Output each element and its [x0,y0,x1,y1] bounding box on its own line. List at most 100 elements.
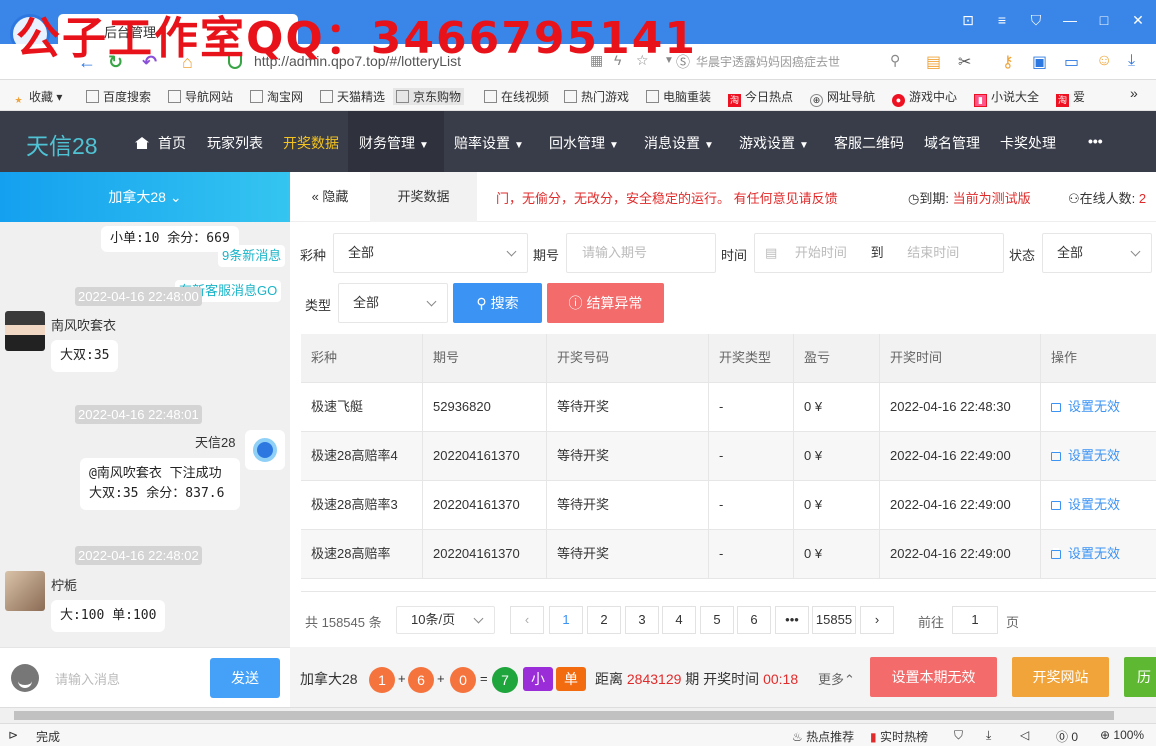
new-messages-badge[interactable]: 9条新消息 [218,245,286,267]
set-invalid-link[interactable]: 设置无效 [1051,546,1120,561]
window-tool-icon[interactable]: ▭ [1064,52,1079,72]
chat-input-area: 请输入消息 发送 [0,647,290,707]
bookmark-item[interactable]: 淘宝网 [250,88,303,105]
bookmark-item[interactable]: ⊕ 网址导航 [810,88,875,107]
cell-lottery: 极速28高赔率3 [301,481,423,530]
menu-icon[interactable]: ≡ [992,12,1012,28]
send-button[interactable]: 发送 [210,658,280,698]
emoji-tool-icon[interactable]: ☺ [1096,52,1112,70]
horizontal-scrollbar[interactable] [0,707,1156,723]
chat-game-selector[interactable]: 加拿大28 ⌄ [0,172,290,222]
page-button[interactable]: 3 [625,606,659,634]
bookmark-item[interactable]: 在线视频 [484,88,549,105]
nav-game[interactable]: 游戏设置 ▼ [739,133,809,153]
nav-lottery-data[interactable]: 开奖数据 [283,133,339,153]
search-icon[interactable]: ⚲ [890,52,900,69]
nav-finance[interactable]: 财务管理 ▼ [359,133,429,153]
message-input[interactable]: 请输入消息 [55,669,120,688]
page-button[interactable]: 6 [737,606,771,634]
message-user: 天信28 [195,435,236,450]
bookmark-item[interactable]: 淘爱 [1056,88,1085,107]
lottery-site-button[interactable]: 开奖网站 [1012,657,1109,697]
bookmark-item[interactable]: 热门游戏 [564,88,629,105]
key-icon[interactable]: ⚷ [1002,52,1014,72]
status-select[interactable]: 全部 [1042,233,1152,273]
time-range-input[interactable]: ▤ 开始时间 到 结束时间 [754,233,1004,273]
expire-info: ◷到期: 当前为测试版 [908,191,1031,206]
history-button[interactable]: 历 [1124,657,1156,697]
nav-home[interactable]: 首页 [135,133,186,153]
bookmark-item[interactable]: 京东购物 [393,88,465,105]
hot-recommend[interactable]: ♨ 热点推荐 [792,728,854,745]
maximize-icon[interactable]: □ [1094,12,1114,28]
cell-type: - [709,481,794,530]
download-icon[interactable]: ⤓ [1128,52,1135,70]
bookmark-item[interactable]: 导航网站 [168,88,233,105]
realtime-hot[interactable]: ▮ 实时热榜 [870,728,928,745]
next-page-button[interactable]: › [860,606,894,634]
nav-stuck-draw[interactable]: 卡奖处理 [1000,133,1056,153]
hide-sidebar-button[interactable]: « 隐藏 [290,172,370,222]
nav-message[interactable]: 消息设置 ▼ [644,133,714,153]
result-sum-ball: 7 [492,667,518,693]
bookmark-item[interactable]: 天猫精选 [320,88,385,105]
cell-period: 202204161370 [423,530,547,579]
message-user: 柠栀 [51,578,78,593]
emoji-icon[interactable] [11,664,39,692]
page-button[interactable]: 15855 [812,606,856,634]
nav-service-qr[interactable]: 客服二维码 [834,133,904,153]
translate-tool-icon[interactable]: ▣ [1032,52,1047,72]
skin-icon[interactable]: ⛉ [1026,12,1046,29]
goto-page-input[interactable]: 1 [952,606,998,634]
chat-panel: 加拿大28 ⌄ 小单:10 余分：669 9条新消息 有新客服消息GO 2022… [0,172,290,707]
sidebar-toggle-icon[interactable]: ⊳ [8,728,18,742]
period-input[interactable]: 请输入期号 [566,233,716,273]
shield-icon[interactable]: ⛉ [954,728,963,743]
search-button[interactable]: ⚲ 搜索 [453,283,542,323]
page-ellipsis[interactable]: ••• [775,606,809,634]
bookmark-item[interactable]: ● 游戏中心 [892,88,957,107]
nav-rebate[interactable]: 回水管理 ▼ [549,133,619,153]
set-invalid-link[interactable]: 设置无效 [1051,448,1120,463]
more-toggle[interactable]: 更多⌃ [818,669,855,688]
set-invalid-link[interactable]: 设置无效 [1051,497,1120,512]
browser-status-bar: ⊳ 完成 ♨ 热点推荐 ▮ 实时热榜 ⛉ ⤓ ◁ ⓪ 0 ⊕ 100% [0,723,1156,746]
nav-player-list[interactable]: 玩家列表 [207,133,263,153]
close-icon[interactable]: ✕ [1128,12,1148,29]
page-button[interactable]: 1 [549,606,583,634]
set-period-invalid-button[interactable]: 设置本期无效 [870,657,997,697]
translate-icon[interactable]: ▤ [926,52,941,72]
table-row-partial [301,579,1156,592]
user-avatar [5,571,45,611]
page-button[interactable]: 4 [662,606,696,634]
bookmark-item[interactable]: ▮ 小说大全 [974,88,1039,107]
cell-profit: 0 ¥ [794,432,880,481]
bookmark-item[interactable]: 电脑重装 [646,88,711,105]
minimize-icon[interactable]: — [1060,12,1080,28]
page-button[interactable]: 2 [587,606,621,634]
zoom-indicator[interactable]: ⊕ 100% [1100,728,1144,742]
tab-lottery-data[interactable]: 开奖数据 [370,172,477,222]
bookmark-item[interactable]: 百度搜索 [86,88,151,105]
period-label: 期号 [533,248,560,263]
nav-more[interactable]: ••• [1088,133,1103,149]
scissors-icon[interactable]: ✂ [958,52,971,72]
download-icon[interactable]: ⤓ [986,728,991,743]
page-button[interactable]: 5 [700,606,734,634]
bookmark-item[interactable]: 淘今日热点 [728,88,793,107]
lottery-select[interactable]: 全部 [333,233,528,273]
type-select[interactable]: 全部 [338,283,448,323]
prev-page-button[interactable]: ‹ [510,606,544,634]
nav-domain[interactable]: 域名管理 [924,133,980,153]
set-invalid-link[interactable]: 设置无效 [1051,399,1120,414]
bookmark-item[interactable]: ★ 收藏 ▾ [12,88,62,108]
nav-odds[interactable]: 赔率设置 ▼ [454,133,524,153]
window-mode-icon[interactable]: ⊡ [958,12,978,29]
scrollbar-thumb[interactable] [14,711,1114,720]
settlement-error-button[interactable]: ⓘ 结算异常 [547,283,664,323]
sound-icon[interactable]: ◁ [1020,728,1029,742]
cell-profit: 0 ¥ [794,530,880,579]
page-size-select[interactable]: 10条/页 [396,606,495,634]
result-ball: 0 [450,667,476,693]
more-bookmarks-icon[interactable]: » [1130,85,1138,101]
